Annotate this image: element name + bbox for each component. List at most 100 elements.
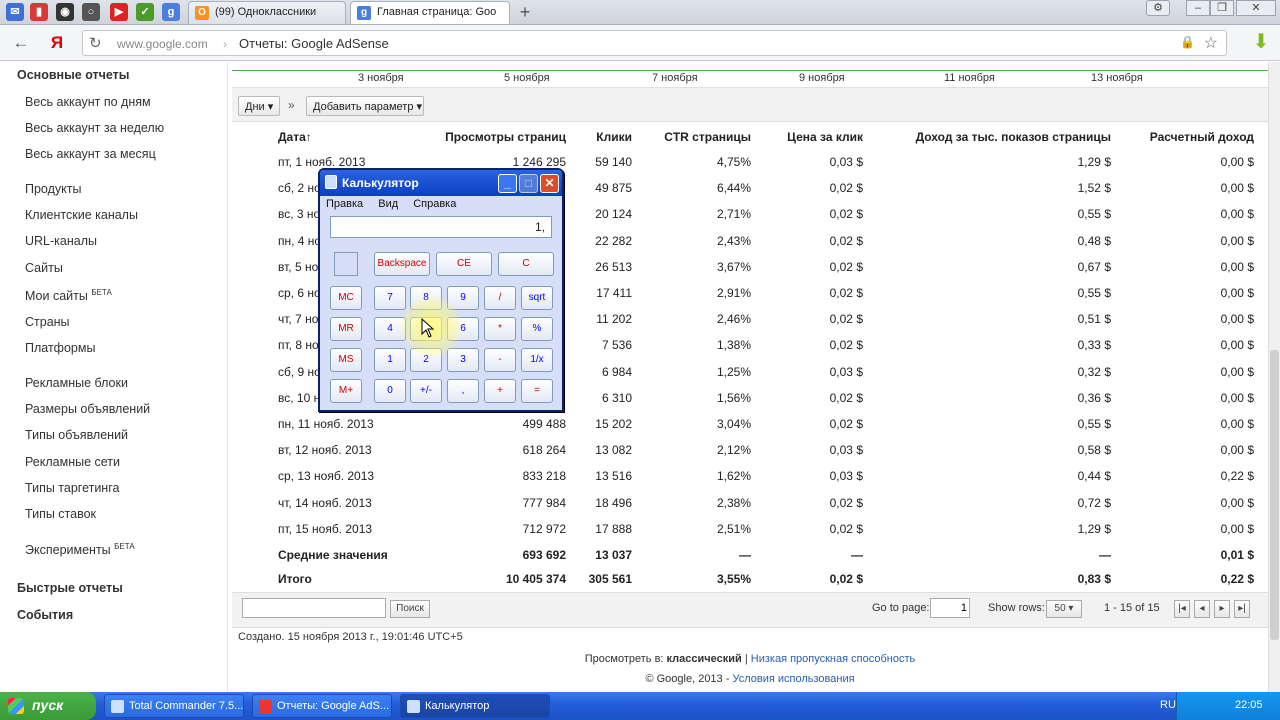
calc-key[interactable]: 3 — [447, 348, 479, 372]
clock[interactable]: 22:05 — [1235, 699, 1263, 711]
task-calculator[interactable]: Калькулятор — [400, 694, 550, 718]
calc-key[interactable]: * — [484, 317, 516, 341]
calc-key[interactable]: MC — [330, 286, 362, 310]
pinned-tab-circle-icon[interactable]: ○ — [82, 3, 100, 21]
sidebar-item-by-month[interactable]: Весь аккаунт за месяц — [25, 147, 156, 161]
language-indicator[interactable]: RU — [1160, 699, 1176, 711]
sidebar-heading-events[interactable]: События — [17, 608, 73, 622]
backspace-button[interactable]: Backspace — [374, 252, 430, 276]
calc-key[interactable]: 7 — [374, 286, 406, 310]
tab-odnoklassniki[interactable]: О (99) Одноклассники — [188, 1, 346, 24]
pinned-tab-google-icon[interactable]: g — [162, 3, 180, 21]
calc-minimize-button[interactable]: _ — [498, 174, 517, 193]
sidebar-item-bid-types[interactable]: Типы ставок — [25, 507, 96, 521]
maximize-button[interactable]: ❐ — [1210, 0, 1234, 16]
sidebar-item-experiments[interactable]: Эксперименты БЕТА — [25, 542, 135, 557]
lock-icon[interactable]: 🔒 — [1180, 35, 1195, 49]
sidebar-item-by-day[interactable]: Весь аккаунт по дням — [25, 95, 151, 109]
sidebar-item-url-channels[interactable]: URL-каналы — [25, 234, 97, 248]
sidebar-item-targeting-types[interactable]: Типы таргетинга — [25, 481, 119, 495]
clear-button[interactable]: C — [498, 252, 554, 276]
settings-gear-icon[interactable]: ⚙ — [1146, 0, 1170, 16]
low-bandwidth-link[interactable]: Низкая пропускная способность — [751, 653, 915, 665]
calc-key[interactable]: sqrt — [521, 286, 553, 310]
pinned-tab-youtube-icon[interactable]: ▶ — [110, 3, 128, 21]
start-button[interactable]: пуск — [0, 692, 96, 720]
header-rpm[interactable]: Доход за тыс. показов страницы — [916, 130, 1111, 144]
calc-key[interactable]: 1/x — [521, 348, 553, 372]
calculator-titlebar[interactable]: Калькулятор _ □ ✕ — [320, 170, 562, 196]
sidebar-heading-quick-reports[interactable]: Быстрые отчеты — [17, 581, 123, 595]
sidebar-item-products[interactable]: Продукты — [25, 182, 81, 196]
pinned-tab-mail-icon[interactable]: ✉ — [6, 3, 24, 21]
pinned-tab-stats-icon[interactable]: ▮ — [30, 3, 48, 21]
task-browser[interactable]: Отчеты: Google AdS... — [252, 694, 392, 718]
cell-clicks: 22 282 — [595, 234, 632, 248]
add-parameter-dropdown[interactable]: Добавить параметр ▾ — [306, 96, 424, 116]
sidebar-heading-main-reports[interactable]: Основные отчеты — [17, 68, 129, 82]
menu-help[interactable]: Справка — [413, 198, 456, 210]
menu-edit[interactable]: Правка — [326, 198, 363, 210]
header-pageviews[interactable]: Просмотры страниц — [445, 130, 566, 144]
header-cpc[interactable]: Цена за клик — [787, 130, 863, 144]
sidebar-item-countries[interactable]: Страны — [25, 315, 70, 329]
pinned-tab-leaf-icon[interactable]: ✓ — [136, 3, 154, 21]
new-tab-button[interactable]: + — [516, 2, 534, 22]
sidebar-item-by-week[interactable]: Весь аккаунт за неделю — [25, 121, 164, 135]
terms-link[interactable]: Условия использования — [732, 673, 854, 685]
calc-key[interactable]: - — [484, 348, 516, 372]
sidebar-item-ad-sizes[interactable]: Размеры объявлений — [25, 402, 150, 416]
header-ctr[interactable]: CTR страницы — [664, 130, 751, 144]
menu-view[interactable]: Вид — [378, 198, 398, 210]
calc-key[interactable]: = — [521, 379, 553, 403]
header-date[interactable]: Дата↑ — [278, 130, 312, 144]
sidebar-item-custom-channels[interactable]: Клиентские каналы — [25, 208, 138, 222]
back-arrow-icon[interactable]: ← — [10, 32, 32, 54]
calc-key[interactable]: / — [484, 286, 516, 310]
sidebar-item-ad-networks[interactable]: Рекламные сети — [25, 455, 120, 469]
calc-key[interactable]: 0 — [374, 379, 406, 403]
header-revenue[interactable]: Расчетный доход — [1150, 130, 1254, 144]
next-page-icon[interactable]: ▸ — [1214, 600, 1230, 618]
scrollbar-thumb[interactable] — [1270, 350, 1279, 640]
calc-key[interactable]: M+ — [330, 379, 362, 403]
tab-google-main[interactable]: g Главная страница: Goo — [350, 1, 510, 24]
close-window-button[interactable]: ✕ — [1236, 0, 1276, 16]
calc-key[interactable]: , — [447, 379, 479, 403]
pinned-tab-app-icon[interactable]: ◉ — [56, 3, 74, 21]
cell-rpm: 0,44 $ — [1077, 469, 1111, 483]
copyright-footer: © Google, 2013 - Условия использования — [645, 673, 855, 685]
goto-page-input[interactable] — [930, 598, 970, 618]
calc-key[interactable]: + — [484, 379, 516, 403]
rows-per-page-select[interactable]: 50 ▾ — [1046, 600, 1082, 618]
sidebar-item-my-sites[interactable]: Мои сайты БЕТА — [25, 288, 112, 303]
header-clicks[interactable]: Клики — [596, 130, 632, 144]
yandex-logo-icon[interactable]: Я — [46, 32, 68, 54]
calc-maximize-button[interactable]: □ — [519, 174, 538, 193]
bookmark-star-icon[interactable]: ☆ — [1204, 33, 1218, 53]
prev-page-icon[interactable]: ◂ — [1194, 600, 1210, 618]
sidebar-item-platforms[interactable]: Платформы — [25, 341, 95, 355]
clear-entry-button[interactable]: CE — [436, 252, 492, 276]
calc-close-button[interactable]: ✕ — [540, 174, 559, 193]
table-search-input[interactable] — [242, 598, 386, 618]
granularity-dropdown[interactable]: Дни ▾ — [238, 96, 280, 116]
calc-key[interactable]: MR — [330, 317, 362, 341]
search-button[interactable]: Поиск — [390, 600, 430, 618]
reload-icon[interactable]: ↻ — [89, 34, 102, 52]
calc-key[interactable]: +/- — [410, 379, 442, 403]
page-scrollbar[interactable] — [1268, 62, 1280, 692]
sidebar-item-sites[interactable]: Сайты — [25, 261, 63, 275]
calc-key[interactable]: MS — [330, 348, 362, 372]
download-arrow-icon[interactable]: ⬇ — [1250, 31, 1272, 53]
calc-key[interactable]: 1 — [374, 348, 406, 372]
sidebar-item-ad-types[interactable]: Типы объявлений — [25, 428, 128, 442]
calc-key[interactable]: % — [521, 317, 553, 341]
last-page-icon[interactable]: ▸| — [1234, 600, 1250, 618]
address-field[interactable]: ↻ www.google.com › Отчеты: Google AdSens… — [82, 30, 1227, 56]
task-total-commander[interactable]: Total Commander 7.5... — [104, 694, 244, 718]
sidebar-item-ad-units[interactable]: Рекламные блоки — [25, 376, 128, 390]
minimize-button[interactable]: – — [1186, 0, 1210, 16]
cell-revenue: 0,00 $ — [1220, 286, 1254, 300]
first-page-icon[interactable]: |◂ — [1174, 600, 1190, 618]
